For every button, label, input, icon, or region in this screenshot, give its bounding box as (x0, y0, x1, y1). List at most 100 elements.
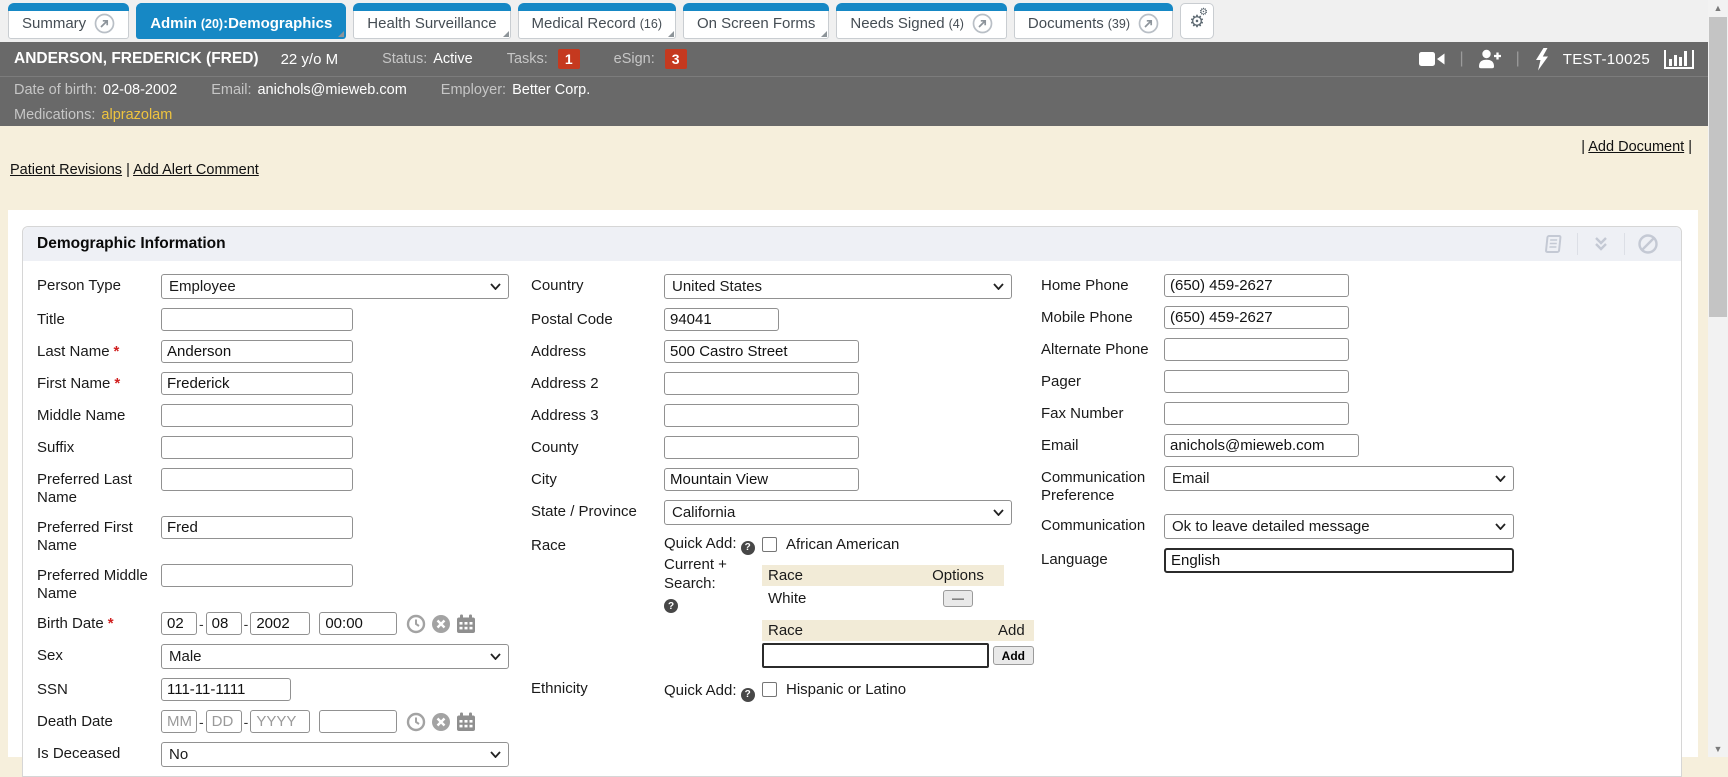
alternate-phone-input[interactable] (1164, 338, 1349, 361)
external-link-icon[interactable] (1138, 13, 1159, 34)
clock-icon[interactable] (406, 712, 426, 732)
add-document-link[interactable]: Add Document (1588, 139, 1684, 155)
communication-select[interactable]: Ok to leave detailed message (1164, 514, 1514, 539)
tasks-count-badge[interactable]: 1 (558, 49, 580, 69)
medications-value[interactable]: alprazolam (101, 107, 172, 123)
form-column-left: Person TypeEmployeeTitleLast Name*First … (37, 274, 517, 776)
suffix-input[interactable] (161, 436, 353, 459)
county-input[interactable] (664, 436, 859, 459)
fax-number-input[interactable] (1164, 402, 1349, 425)
middle-name-row: Middle Name (37, 404, 517, 427)
country-row: CountryUnited States (531, 274, 1036, 299)
scroll-up-arrow[interactable]: ▲ (1708, 0, 1728, 16)
ethnicity-hispanic-checkbox[interactable] (762, 682, 777, 697)
quick-add-label: Quick Add: (664, 682, 737, 699)
settings-gears-button[interactable]: ⚙ ⚙ (1180, 3, 1214, 39)
lightning-bolt-icon[interactable] (1534, 48, 1549, 71)
death-date-month-input[interactable] (161, 710, 197, 733)
help-icon[interactable]: ? (664, 599, 678, 613)
add-person-icon[interactable] (1478, 49, 1502, 69)
tab-needs-signed[interactable]: Needs Signed(4) (836, 3, 1007, 39)
postal-code-input[interactable] (664, 308, 779, 331)
race-remove-button[interactable]: — (943, 590, 973, 607)
vertical-scrollbar[interactable]: ▲ ▼ (1708, 0, 1728, 757)
external-link-icon[interactable] (94, 13, 115, 34)
tab-health-surveillance[interactable]: Health Surveillance (353, 3, 510, 39)
country-select[interactable]: United States (664, 274, 1012, 299)
first-name-input[interactable] (161, 372, 353, 395)
tab-medical-record[interactable]: Medical Record(16) (518, 3, 676, 39)
calendar-icon[interactable] (456, 712, 476, 732)
race-african-american-checkbox[interactable] (762, 537, 777, 552)
flowsheet-chart-icon[interactable] (1664, 50, 1694, 69)
dob-value: 02-08-2002 (103, 82, 177, 98)
ethnicity-label: Ethnicity (531, 677, 664, 698)
sex-select[interactable]: Male (161, 644, 509, 669)
fax-number-row: Fax Number (1041, 402, 1691, 425)
death-date-year-input[interactable] (250, 710, 310, 733)
address-2-input[interactable] (664, 372, 859, 395)
death-date-time-input[interactable] (319, 710, 397, 733)
postal-code-label: Postal Code (531, 308, 664, 329)
mobile-phone-input[interactable] (1164, 306, 1349, 329)
clear-x-icon[interactable] (431, 712, 451, 732)
birth-date-time-input[interactable] (319, 612, 397, 635)
is-deceased-select[interactable]: No (161, 742, 509, 767)
help-icon[interactable]: ? (741, 541, 755, 555)
required-asterisk: * (114, 375, 120, 392)
address-3-input[interactable] (664, 404, 859, 427)
birth-date-month-input[interactable] (161, 612, 197, 635)
tab-admin[interactable]: Admin(20):Demographics (136, 3, 346, 39)
first-name-row: First Name* (37, 372, 517, 395)
add-alert-comment-link[interactable]: Add Alert Comment (133, 162, 259, 178)
external-link-icon[interactable] (972, 13, 993, 34)
race-search-input[interactable] (762, 643, 989, 668)
employer-label: Employer: (441, 82, 506, 98)
death-date-label: Death Date (37, 710, 161, 731)
video-camera-icon[interactable] (1419, 50, 1445, 68)
ssn-input[interactable] (161, 678, 291, 701)
status-value: Active (433, 51, 473, 67)
required-asterisk: * (114, 343, 120, 360)
clear-x-icon[interactable] (431, 614, 451, 634)
address-input[interactable] (664, 340, 859, 363)
ethnicity-checkbox-label: Hispanic or Latino (786, 681, 906, 698)
county-row: County (531, 436, 1036, 459)
esign-count-badge[interactable]: 3 (665, 49, 687, 69)
language-input[interactable] (1164, 548, 1514, 573)
state-province-select[interactable]: California (664, 500, 1012, 525)
disable-circle-slash-icon[interactable] (1624, 233, 1671, 255)
tab-summary[interactable]: Summary (8, 3, 129, 39)
collapse-chevrons-icon[interactable] (1577, 233, 1624, 255)
help-icon[interactable]: ? (741, 688, 755, 702)
person-type-select[interactable]: Employee (161, 274, 509, 299)
patient-age-sex: 22 y/o M (281, 51, 339, 68)
last-name-input[interactable] (161, 340, 353, 363)
pager-input[interactable] (1164, 370, 1349, 393)
preferred-first-name-label: Preferred First Name (37, 516, 161, 555)
death-date-day-input[interactable] (206, 710, 242, 733)
birth-date-day-input[interactable] (206, 612, 242, 635)
home-phone-input[interactable] (1164, 274, 1349, 297)
journal-icon[interactable] (1529, 232, 1577, 256)
scroll-down-arrow[interactable]: ▼ (1708, 741, 1728, 757)
is-deceased-row: Is DeceasedNo (37, 742, 517, 767)
preferred-middle-name-input[interactable] (161, 564, 353, 587)
calendar-icon[interactable] (456, 614, 476, 634)
email-input[interactable] (1164, 434, 1359, 457)
city-input[interactable] (664, 468, 859, 491)
clock-icon[interactable] (406, 614, 426, 634)
communication-preference-select[interactable]: Email (1164, 466, 1514, 491)
title-input[interactable] (161, 308, 353, 331)
preferred-first-name-input[interactable] (161, 516, 353, 539)
race-add-button[interactable]: Add (993, 646, 1034, 665)
tab-on-screen-forms[interactable]: On Screen Forms (683, 3, 829, 39)
scrollbar-thumb[interactable] (1709, 17, 1727, 317)
middle-name-input[interactable] (161, 404, 353, 427)
tab-documents[interactable]: Documents(39) (1014, 3, 1173, 39)
email-label: Email: (211, 82, 251, 98)
preferred-last-name-input[interactable] (161, 468, 353, 491)
patient-revisions-link[interactable]: Patient Revisions (10, 162, 122, 178)
birth-date-year-input[interactable] (250, 612, 310, 635)
preferred-middle-name-row: Preferred Middle Name (37, 564, 517, 603)
